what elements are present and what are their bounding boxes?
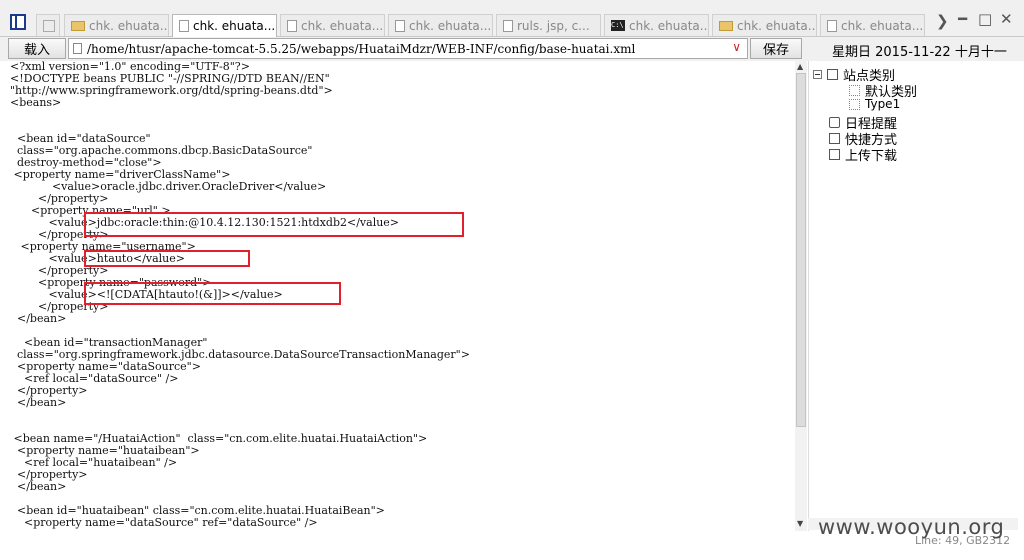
path-field[interactable]: /home/htusr/apache-tomcat-5.5.25/webapps… <box>68 38 748 59</box>
tab-4[interactable]: chk. ehuata... <box>388 14 493 36</box>
highlight-url-box <box>84 212 464 237</box>
tab-7[interactable]: chk. ehuata... <box>712 14 817 36</box>
document-icon <box>395 19 405 32</box>
path-text: /home/htusr/apache-tomcat-5.5.25/webapps… <box>87 41 636 56</box>
category-icon <box>827 69 838 80</box>
load-button[interactable]: 载入 <box>8 38 66 59</box>
code-line: <ref local="dataSource" /> <box>10 372 179 385</box>
code-line: </bean> <box>10 396 67 409</box>
chevron-right-icon[interactable]: ❯ <box>936 12 949 30</box>
tab-label: chk. ehuata... <box>737 18 817 33</box>
shortcut-icon <box>829 133 840 144</box>
document-icon <box>179 20 189 32</box>
clock-icon <box>829 117 840 128</box>
code-line: </bean> <box>10 312 67 325</box>
document-icon <box>503 19 513 32</box>
code-line: "http://www.springframework.org/dtd/spri… <box>10 84 333 97</box>
highlight-password-box <box>84 282 341 305</box>
chevron-down-icon[interactable]: ∨ <box>732 40 741 54</box>
code-line: </property> <box>10 468 88 481</box>
tree-item-label: 上传下载 <box>845 149 898 164</box>
highlight-username-box <box>84 250 250 267</box>
item-icon <box>849 85 860 96</box>
tab-label: ruls. jsp, c... <box>517 18 590 33</box>
tree-item-upload[interactable]: 上传下载 <box>829 145 897 164</box>
tab-label: chk. ehuata... <box>841 18 924 33</box>
item-icon <box>849 98 860 110</box>
close-icon[interactable]: ✕ <box>1000 10 1013 28</box>
sidebar-toggle-icon[interactable] <box>10 14 26 30</box>
scroll-thumb[interactable] <box>796 73 806 427</box>
site-tree-panel: 站点类别 默认类别 Type1 日程提醒 快捷方式 上传下载 <box>808 61 1023 531</box>
folder-icon <box>719 20 733 31</box>
file-icon <box>73 43 82 54</box>
tab-5[interactable]: ruls. jsp, c... <box>496 14 601 36</box>
minimize-icon[interactable]: ━ <box>958 10 967 28</box>
watermark: www.wooyun.org <box>818 515 1005 539</box>
collapse-icon[interactable] <box>813 70 822 79</box>
code-line: <property name="dataSource" ref="dataSou… <box>10 516 318 529</box>
scroll-down-icon[interactable]: ▼ <box>797 519 803 528</box>
document-icon <box>827 19 837 32</box>
vertical-scrollbar[interactable]: ▲ ▼ <box>795 61 807 531</box>
tab-3[interactable]: chk. ehuata... <box>280 14 385 36</box>
terminal-icon: C:\ <box>611 20 625 31</box>
address-bar: 载入 /home/htusr/apache-tomcat-5.5.25/weba… <box>0 37 1024 61</box>
tab-label: chk. ehuata... <box>193 19 276 33</box>
tab-bar: chk. ehuata... chk. ehuata... chk. ehuat… <box>0 0 1024 37</box>
document-icon <box>287 19 297 32</box>
tab-1[interactable]: chk. ehuata... <box>64 14 169 36</box>
code-line: </property> <box>10 384 88 397</box>
maximize-icon[interactable]: □ <box>978 10 992 28</box>
tab-2-active[interactable]: chk. ehuata... <box>172 14 277 37</box>
tree-child-label: Type1 <box>865 97 901 111</box>
tab-6[interactable]: C:\ chk. ehuata... <box>604 14 709 36</box>
scroll-up-icon[interactable]: ▲ <box>797 62 803 71</box>
code-line: <beans> <box>10 96 62 109</box>
code-line: </bean> <box>10 480 67 493</box>
tab-label: chk. ehuata... <box>629 18 709 33</box>
tree-child-type1[interactable]: Type1 <box>849 97 900 111</box>
tab-label: chk. ehuata... <box>409 18 492 33</box>
upload-icon <box>829 149 840 160</box>
code-line: <ref local="huataibean" /> <box>10 456 178 469</box>
new-tab-button[interactable] <box>36 14 60 36</box>
tab-label: chk. ehuata... <box>301 18 384 33</box>
folder-icon <box>71 20 85 31</box>
tab-8[interactable]: chk. ehuata... <box>820 14 925 36</box>
code-line: <value>oracle.jdbc.driver.OracleDriver</… <box>10 180 327 193</box>
date-display: 星期日 2015-11-22 十月十一 <box>832 45 1007 60</box>
blank-tab-icon <box>43 20 55 32</box>
save-button[interactable]: 保存 <box>750 38 802 59</box>
tab-label: chk. ehuata... <box>89 18 169 33</box>
